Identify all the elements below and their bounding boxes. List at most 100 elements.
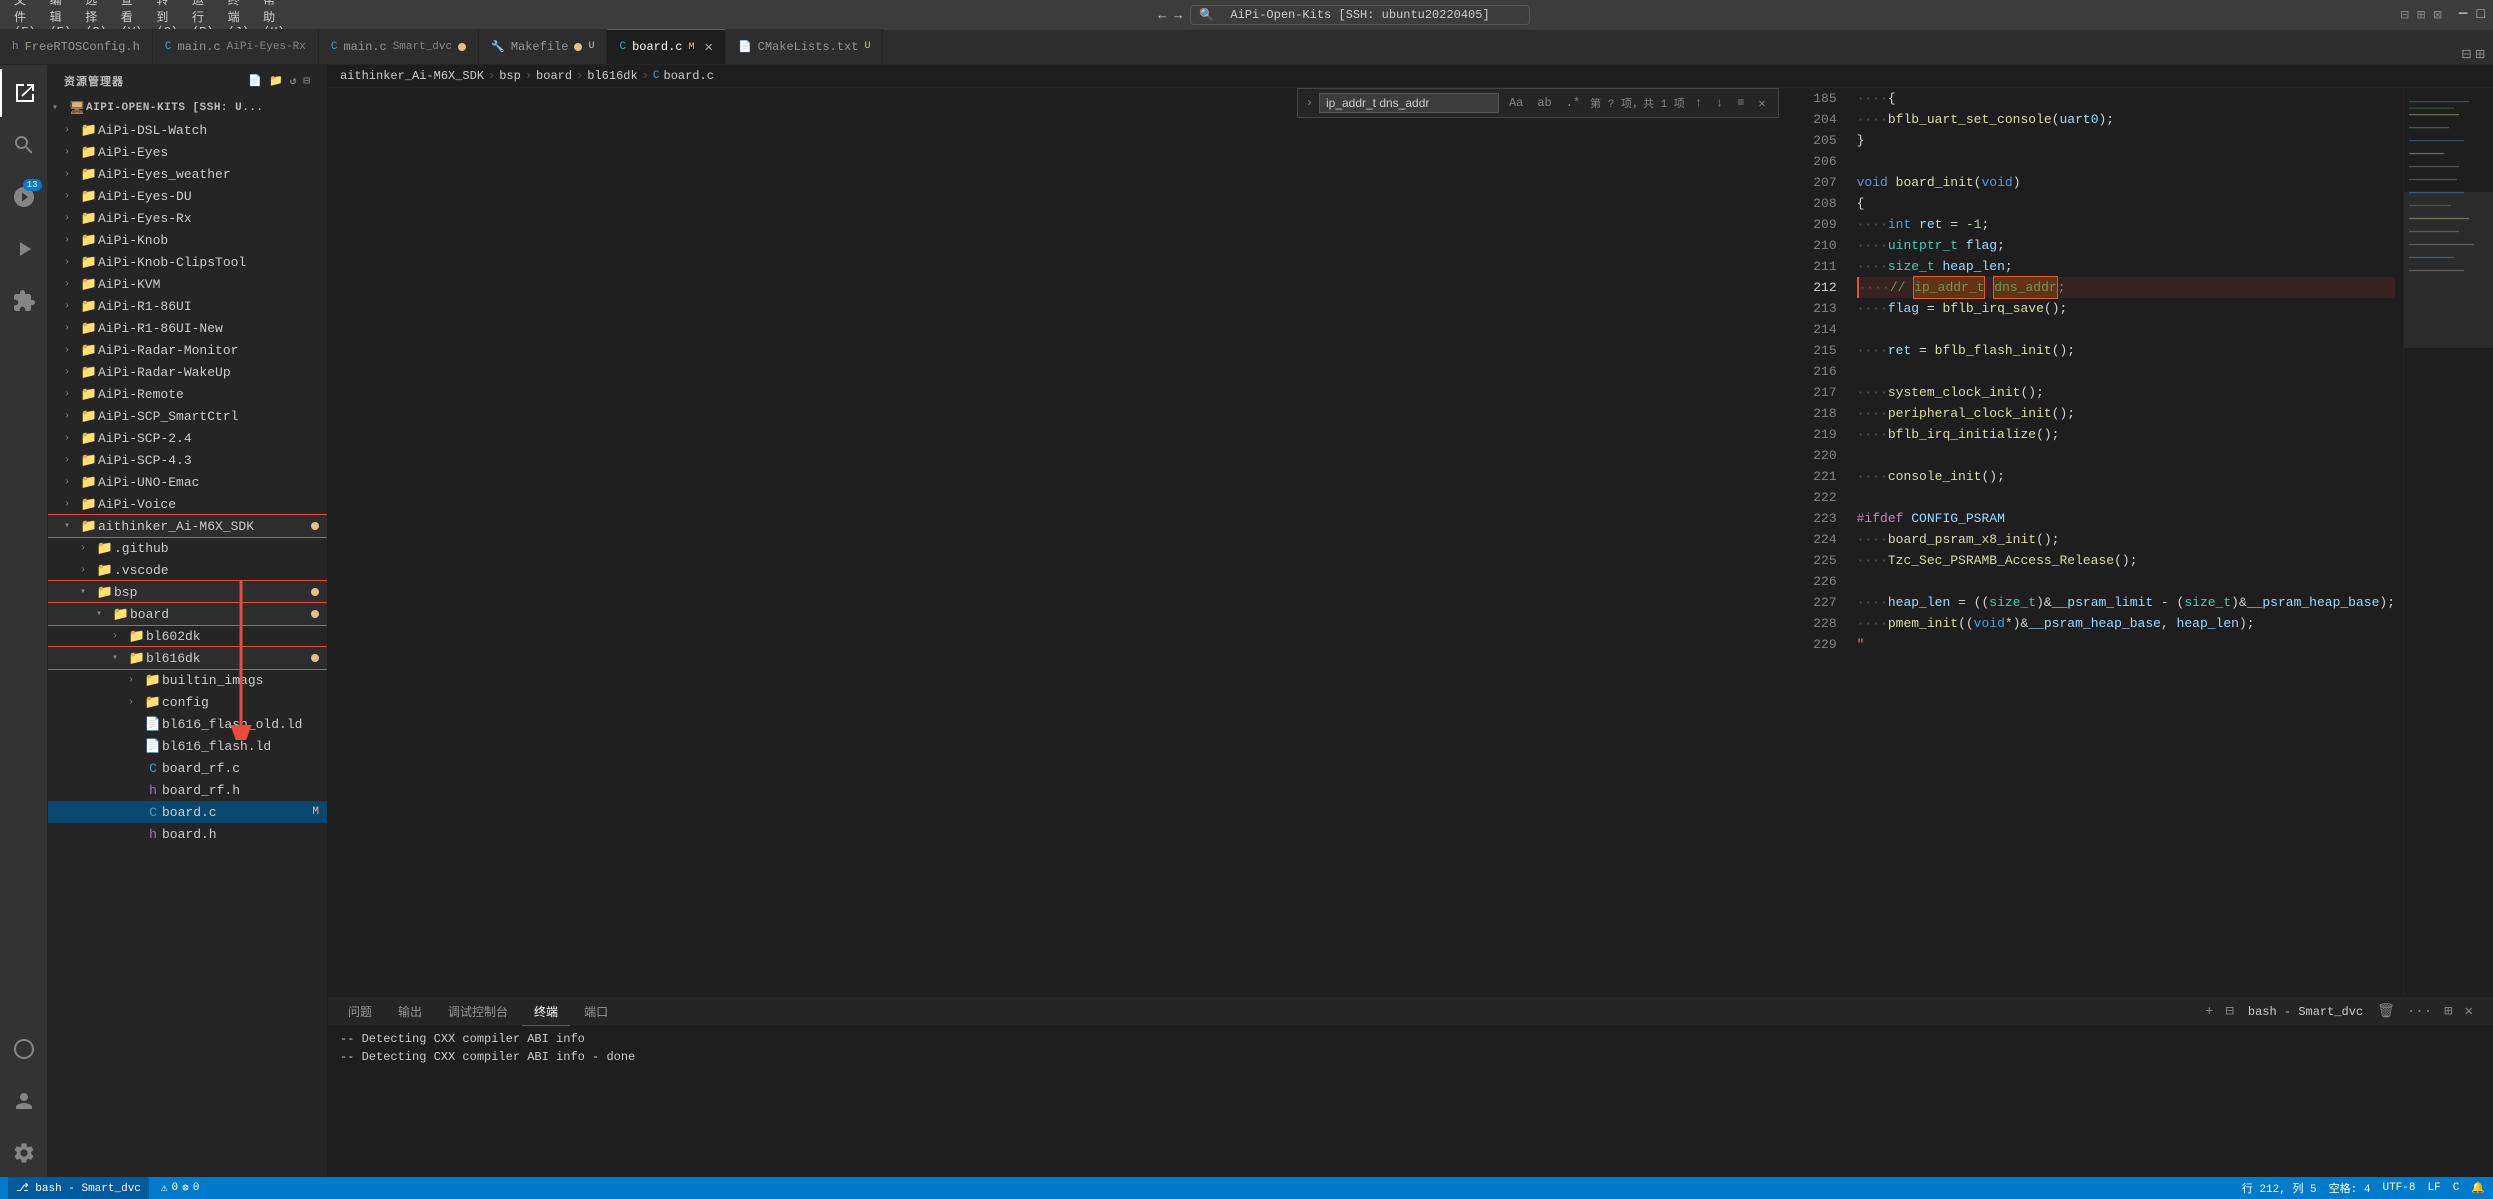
sidebar-item-board-c[interactable]: › C board.c M [48,801,327,823]
activity-remote[interactable] [0,1025,48,1073]
activity-git[interactable]: 13 [0,173,48,221]
sidebar-item-aipi-eyes-rx[interactable]: › 📁 AiPi-Eyes-Rx [48,207,327,229]
minimize-button[interactable]: − [2458,5,2469,25]
sidebar-item-aipi-eyes-du[interactable]: › 📁 AiPi-Eyes-DU [48,185,327,207]
tab-main-smartdvc[interactable]: C main.c Smart_dvc [319,29,479,64]
parens: (); [2020,382,2043,403]
activity-search[interactable] [0,121,48,169]
tab-main-aipieyes[interactable]: C main.c AiPi-Eyes-Rx [153,29,319,64]
sidebar-item-aipi-radar-wakeup[interactable]: › 📁 AiPi-Radar-WakeUp [48,361,327,383]
sidebar-item-aipi-knob[interactable]: › 📁 AiPi-Knob [48,229,327,251]
sidebar-item-vscode[interactable]: › 📁 .vscode [48,559,327,581]
split-terminal-button[interactable]: ⊟ [2221,1001,2237,1022]
sidebar-item-aipi-dsl-watch[interactable]: › 📁 AiPi-DSL-Watch [48,119,327,141]
new-folder-icon[interactable]: 📁 [269,74,284,88]
activity-debug[interactable] [0,225,48,273]
sidebar-item-builtin-imags[interactable]: › 📁 builtin_imags [48,669,327,691]
more-actions-button[interactable]: ··· [2403,1002,2436,1022]
sidebar-item-aipi-voice[interactable]: › 📁 AiPi-Voice [48,493,327,515]
find-next-button[interactable]: ↓ [1712,94,1727,112]
tab-cmakelists[interactable]: 📄 CMakeLists.txt U [726,29,884,64]
breadcrumb-sdk[interactable]: aithinker_Ai-M6X_SDK [340,69,484,83]
sidebar-item-aipi-r1-86ui-new[interactable]: › 📁 AiPi-R1-86UI-New [48,317,327,339]
collapse-all-icon[interactable]: ⊟ [303,74,311,88]
maximize-panel-button[interactable]: ⊞ [2440,1001,2456,1022]
breadcrumb-bl616dk[interactable]: bl616dk [587,69,637,83]
sidebar-item-aipi-radar-monitor[interactable]: › 📁 AiPi-Radar-Monitor [48,339,327,361]
sidebar-item-aipi-scp-43[interactable]: › 📁 AiPi-SCP-4.3 [48,449,327,471]
find-close-button[interactable]: ✕ [1754,94,1769,113]
sidebar-item-config[interactable]: › 📁 config [48,691,327,713]
sidebar-item-board-rf-h[interactable]: › h board_rf.h [48,779,327,801]
sidebar-item-aipi-scp-smartctrl[interactable]: › 📁 AiPi-SCP_SmartCtrl [48,405,327,427]
breadcrumb-board-c[interactable]: board.c [664,69,714,83]
sidebar-item-bl616-flash-old-ld[interactable]: › 📄 bl616_flash_old.ld [48,713,327,735]
bottom-content[interactable]: -- Detecting CXX compiler ABI info -- De… [328,1026,2493,1177]
breadcrumb-bsp[interactable]: bsp [499,69,521,83]
sidebar-item-bl602dk[interactable]: › 📁 bl602dk [48,625,327,647]
find-input[interactable] [1319,93,1499,113]
status-errors[interactable]: ⚠0⊗0 [161,1181,199,1195]
sidebar-item-aipi-eyes[interactable]: › 📁 AiPi-Eyes [48,141,327,163]
layout-options-icon[interactable]: ⊟ [2462,44,2472,64]
sidebar-item-bl616-flash-ld[interactable]: › 📄 bl616_flash.ld [48,735,327,757]
code-area[interactable]: ····{ ····bflb_uart_set_console(uart0); … [1849,88,2403,997]
restore-button[interactable]: □ [2477,7,2485,23]
tab-makefile[interactable]: 🔧 Makefile U [479,29,607,64]
bottom-tab-ports[interactable]: 端口 [572,998,620,1026]
status-encoding[interactable]: UTF-8 [2382,1182,2415,1194]
find-prev-button[interactable]: ↑ [1691,94,1706,112]
find-regex[interactable]: .* [1562,94,1584,112]
tab-close-button[interactable]: ✕ [705,39,713,56]
sidebar-item-bsp[interactable]: ▾ 📁 bsp [48,581,327,603]
split-editor-icon[interactable]: ⊞ [2475,44,2485,64]
activity-accounts[interactable] [0,1077,48,1125]
bottom-tab-problems[interactable]: 问题 [336,998,384,1026]
close-panel-button[interactable]: ✕ [2461,1001,2477,1022]
layout-icon[interactable]: ⊟ [2400,7,2408,24]
title-bar-search-box[interactable]: 🔍 AiPi-Open-Kits [SSH: ubuntu20220405] [1190,5,1530,25]
status-spaces[interactable]: 空格: 4 [2329,1180,2371,1196]
sidebar-item-aithinker-sdk[interactable]: ▾ 📁 aithinker_Ai-M6X_SDK [48,515,327,537]
sidebar-item-aipi-kvm[interactable]: › 📁 AiPi-KVM [48,273,327,295]
breadcrumb-board[interactable]: board [536,69,572,83]
sidebar-item-board-h[interactable]: › h board.h [48,823,327,845]
sidebar-item-aipi-r1-86ui[interactable]: › 📁 AiPi-R1-86UI [48,295,327,317]
activity-extensions[interactable] [0,277,48,325]
sidebar-root[interactable]: ▾ 🖥 AIPI-OPEN-KITS [SSH: U... [48,97,327,119]
nav-back-button[interactable]: ← [1158,8,1166,23]
sidebar-item-bl616dk[interactable]: ▾ 📁 bl616dk [48,647,327,669]
find-whole-word[interactable]: ab [1533,94,1555,112]
sidebar-item-board[interactable]: ▾ 📁 board [48,603,327,625]
bottom-tab-debug-console[interactable]: 调试控制台 [436,998,520,1026]
tab-freertoasconfig[interactable]: h FreeRTOSConfig.h [0,29,153,64]
minimap[interactable] [2403,88,2493,997]
grid-icon[interactable]: ⊠ [2433,7,2441,24]
sidebar-item-github[interactable]: › 📁 .github [48,537,327,559]
status-language[interactable]: C [2453,1182,2460,1194]
tab-board-c[interactable]: C board.c M ✕ [607,29,725,64]
sidebar-item-board-rf-c[interactable]: › C board_rf.c [48,757,327,779]
activity-settings[interactable] [0,1129,48,1177]
sidebar-item-aipi-eyes-weather[interactable]: › 📁 AiPi-Eyes_weather [48,163,327,185]
find-case-sensitive[interactable]: Aa [1505,94,1527,112]
bottom-tab-terminal[interactable]: 终端 [522,998,570,1026]
status-notifications[interactable]: 🔔 [2471,1181,2485,1195]
nav-forward-button[interactable]: → [1174,8,1182,23]
split-icon[interactable]: ⊞ [2417,7,2425,24]
sidebar-item-aipi-knob-clips[interactable]: › 📁 AiPi-Knob-ClipsTool [48,251,327,273]
status-position[interactable]: 行 212, 列 5 [2242,1180,2317,1196]
refresh-icon[interactable]: ↺ [290,74,298,88]
bottom-tab-output[interactable]: 输出 [386,998,434,1026]
find-list-button[interactable]: ≡ [1733,94,1748,112]
kill-terminal-button[interactable]: 🗑 [2373,1001,2399,1022]
sidebar-item-aipi-scp-24[interactable]: › 📁 AiPi-SCP-2.4 [48,427,327,449]
sidebar-item-aipi-remote[interactable]: › 📁 AiPi-Remote [48,383,327,405]
sidebar-item-aipi-uno-emac[interactable]: › 📁 AiPi-UNO-Emac [48,471,327,493]
editor-content[interactable]: › Aa ab .* 第 ? 项，共 1 项 ↑ ↓ ≡ ✕ 185 [328,88,2403,997]
activity-explorer[interactable] [0,69,48,117]
new-file-icon[interactable]: 📄 [248,74,263,88]
new-terminal-button[interactable]: + [2201,1002,2217,1022]
status-branch[interactable]: ⎇ bash - Smart_dvc [8,1177,149,1199]
status-line-ending[interactable]: LF [2427,1182,2440,1194]
